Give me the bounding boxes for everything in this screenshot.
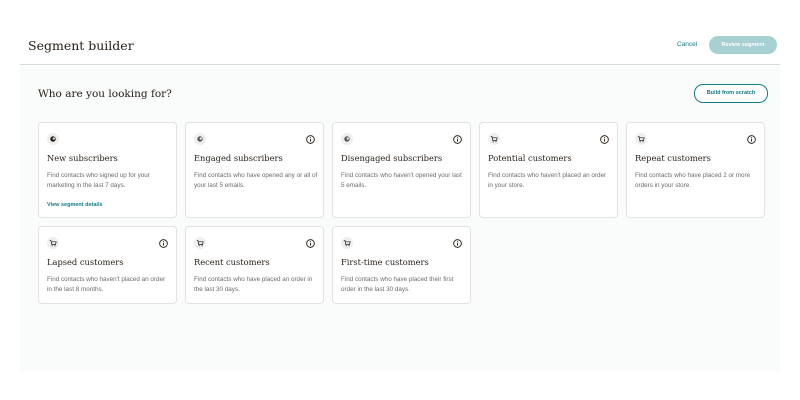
mailchimp-logo-icon	[194, 133, 206, 145]
segment-card-description: Find contacts who have placed 2 or more …	[635, 172, 751, 189]
segment-card-description: Find contacts who have placed an order i…	[194, 276, 313, 293]
section-heading: Who are you looking for?	[38, 88, 172, 100]
top-bar: Segment builder Cancel Review segment	[20, 28, 780, 65]
info-icon[interactable]	[453, 135, 462, 144]
segment-card-engaged-subscribers[interactable]: Engaged subscribers Find contacts who ha…	[185, 122, 324, 218]
segment-card-title: Recent customers	[194, 257, 270, 267]
segment-card-recent-customers[interactable]: Recent customers Find contacts who have …	[185, 226, 324, 304]
segment-card-lapsed-customers[interactable]: Lapsed customers Find contacts who haven…	[38, 226, 177, 304]
page-title: Segment builder	[28, 38, 134, 53]
segment-card-new-subscribers[interactable]: New subscribers Find contacts who signed…	[38, 122, 177, 218]
segment-card-title: Disengaged subscribers	[341, 153, 443, 163]
build-from-scratch-button[interactable]: Build from scratch	[694, 84, 768, 103]
view-segment-details-link[interactable]: View segment details	[47, 202, 103, 208]
shopping-cart-icon	[341, 237, 353, 249]
info-icon[interactable]	[159, 239, 168, 248]
segment-card-title: Lapsed customers	[47, 257, 124, 267]
segment-card-disengaged-subscribers[interactable]: Disengaged subscribers Find contacts who…	[332, 122, 471, 218]
segment-card-description: Find contacts who haven't placed an orde…	[47, 276, 166, 293]
info-icon[interactable]	[306, 135, 315, 144]
review-segment-button[interactable]: Review segment	[709, 36, 777, 54]
segment-card-title: Repeat customers	[635, 153, 711, 163]
segment-card-title: Potential customers	[488, 153, 572, 163]
segment-card-title: First-time customers	[341, 257, 429, 267]
segment-card-description: Find contacts who have opened any or all…	[194, 172, 318, 189]
segment-card-potential-customers[interactable]: Potential customers Find contacts who ha…	[479, 122, 618, 218]
shopping-cart-icon	[194, 237, 206, 249]
info-icon[interactable]	[453, 239, 462, 248]
info-icon[interactable]	[747, 135, 756, 144]
segment-card-description: Find contacts who have placed their firs…	[341, 276, 454, 293]
info-icon[interactable]	[600, 135, 609, 144]
segment-card-repeat-customers[interactable]: Repeat customers Find contacts who have …	[626, 122, 765, 218]
mailchimp-logo-icon	[341, 133, 353, 145]
segment-card-title: New subscribers	[47, 153, 118, 163]
shopping-cart-icon	[635, 133, 647, 145]
segment-card-first-time-customers[interactable]: First-time customers Find contacts who h…	[332, 226, 471, 304]
main-content: Who are you looking for? Build from scra…	[20, 65, 780, 370]
mailchimp-logo-icon	[47, 133, 59, 145]
shopping-cart-icon	[47, 237, 59, 249]
info-icon[interactable]	[306, 239, 315, 248]
segment-card-description: Find contacts who haven't opened your la…	[341, 172, 462, 189]
segment-card-description: Find contacts who haven't placed an orde…	[488, 172, 607, 189]
segment-card-title: Engaged subscribers	[194, 153, 283, 163]
cancel-button[interactable]: Cancel	[677, 41, 697, 48]
segment-card-description: Find contacts who signed up for your mar…	[47, 172, 150, 189]
shopping-cart-icon	[488, 133, 500, 145]
